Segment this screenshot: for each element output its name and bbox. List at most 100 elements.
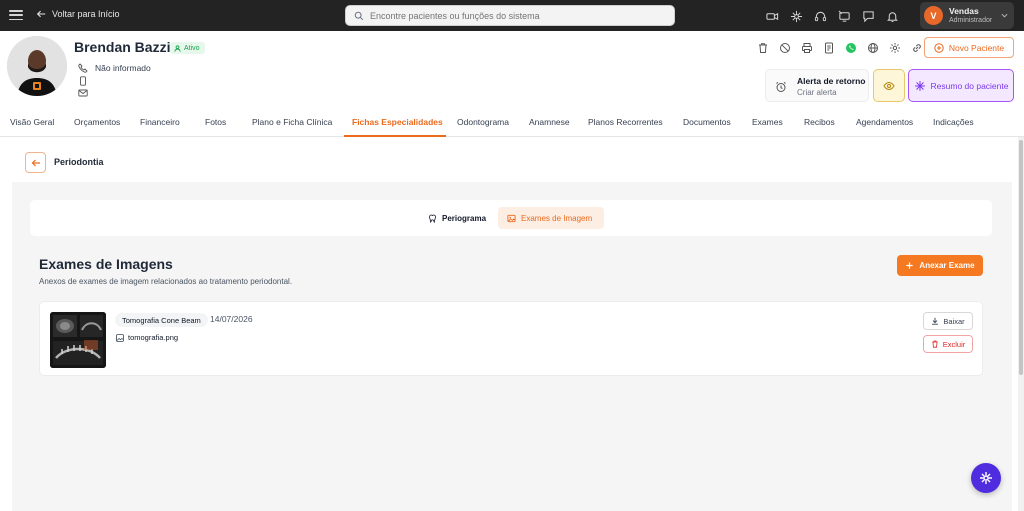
screen-share-icon[interactable] xyxy=(837,9,851,23)
alarm-clock-icon xyxy=(776,81,786,92)
exam-file-name: tomografia.png xyxy=(128,333,179,342)
download-button[interactable]: Baixar xyxy=(923,312,973,330)
search-bar[interactable] xyxy=(345,5,675,26)
patient-photo-image xyxy=(7,36,67,96)
mobile-row xyxy=(78,76,95,86)
trash-icon xyxy=(931,340,938,348)
video-icon[interactable] xyxy=(765,9,779,23)
tab-fotos[interactable]: Fotos xyxy=(205,117,226,127)
download-icon xyxy=(932,317,939,325)
search-input[interactable] xyxy=(370,10,660,21)
user-menu[interactable]: V Vendas Administrador xyxy=(920,2,1014,29)
trash-icon[interactable] xyxy=(756,41,769,54)
email-row xyxy=(78,88,95,98)
patient-summary-button[interactable]: Resumo do paciente xyxy=(908,69,1014,102)
exam-thumbnail[interactable] xyxy=(50,312,106,368)
user-info: Vendas Administrador xyxy=(949,6,992,26)
delete-label: Excluir xyxy=(942,339,966,349)
attach-exam-button[interactable]: Anexar Exame xyxy=(897,255,983,276)
bell-icon[interactable] xyxy=(885,9,899,23)
patient-tabs: Visão Geral Orçamentos Financeiro Fotos … xyxy=(0,108,1024,137)
exam-card: Tomografia Cone Beam 14/07/2026 tomograf… xyxy=(39,301,983,376)
user-avatar: V xyxy=(924,6,943,25)
tab-anamnese[interactable]: Anamnese xyxy=(529,117,570,127)
chat-icon[interactable] xyxy=(861,9,875,23)
subtab-periograma-label: Periograma xyxy=(442,213,487,223)
whatsapp-icon[interactable] xyxy=(844,41,857,54)
tab-documentos[interactable]: Documentos xyxy=(683,117,731,127)
alert-subtitle: Criar alerta xyxy=(797,88,837,97)
tab-odontograma[interactable]: Odontograma xyxy=(457,117,509,127)
tab-planos-recorrentes[interactable]: Planos Recorrentes xyxy=(588,117,663,127)
sparkle-icon xyxy=(914,80,925,91)
ai-assistant-button[interactable] xyxy=(971,463,1001,493)
sparkle-icon xyxy=(980,472,992,484)
download-label: Baixar xyxy=(943,316,965,326)
phone-value: Não informado xyxy=(95,63,151,73)
tab-indicacoes[interactable]: Indicações xyxy=(933,117,974,127)
specialty-subtabs: Periograma Exames de Imagem xyxy=(30,200,992,236)
tooth-icon xyxy=(429,214,436,223)
view-toggle-button[interactable] xyxy=(873,69,905,102)
attach-exam-label: Anexar Exame xyxy=(919,261,975,270)
hamburger-menu-icon[interactable] xyxy=(9,8,23,22)
delete-button[interactable]: Excluir xyxy=(923,335,973,353)
patient-avatar[interactable] xyxy=(7,36,67,96)
alert-title: Alerta de retorno xyxy=(797,76,866,86)
subtab-exames-imagem[interactable]: Exames de Imagem xyxy=(498,207,604,229)
exam-type-badge: Tomografia Cone Beam xyxy=(115,313,208,327)
user-name: Vendas xyxy=(949,5,979,16)
arrow-left-icon xyxy=(31,159,40,166)
tab-financeiro[interactable]: Financeiro xyxy=(140,117,180,127)
exams-description: Anexos de exames de imagem relacionados … xyxy=(39,277,293,286)
back-link-label: Voltar para Início xyxy=(52,9,120,19)
plus-icon xyxy=(906,262,914,269)
status-badge: Ativo xyxy=(170,42,205,54)
exams-title: Exames de Imagens xyxy=(39,256,173,272)
block-icon[interactable] xyxy=(778,41,791,54)
new-patient-label: Novo Paciente xyxy=(948,42,1005,53)
globe-icon[interactable] xyxy=(866,41,879,54)
subtab-exames-label: Exames de Imagem xyxy=(521,213,593,223)
tomography-image xyxy=(50,312,106,368)
top-navigation-bar: Voltar para Início V Vendas Administrado… xyxy=(0,0,1024,31)
search-icon xyxy=(354,11,364,20)
top-icon-group xyxy=(765,9,899,23)
back-to-home-link[interactable]: Voltar para Início xyxy=(36,9,120,19)
link-icon[interactable] xyxy=(910,41,923,54)
tab-agendamentos[interactable]: Agendamentos xyxy=(856,117,913,127)
tab-recibos[interactable]: Recibos xyxy=(804,117,835,127)
arrow-left-icon xyxy=(36,10,46,18)
tab-fichas-especialidades[interactable]: Fichas Especialidades xyxy=(352,117,443,127)
headset-icon[interactable] xyxy=(813,9,827,23)
tab-exames[interactable]: Exames xyxy=(752,117,783,127)
subtab-periograma[interactable]: Periograma xyxy=(419,207,495,229)
summary-label: Resumo do paciente xyxy=(930,80,1009,91)
status-badge-label: Ativo xyxy=(184,44,200,52)
scrollbar-thumb[interactable] xyxy=(1019,140,1023,375)
return-alert-card[interactable]: Alerta de retorno Criar alerta xyxy=(765,69,869,102)
section-back-button[interactable] xyxy=(25,152,46,173)
tab-orcamentos[interactable]: Orçamentos xyxy=(74,117,120,127)
exam-file[interactable]: tomografia.png xyxy=(116,333,178,342)
active-tab-indicator xyxy=(344,135,446,137)
mobile-icon xyxy=(80,76,86,86)
tab-visao-geral[interactable]: Visão Geral xyxy=(10,117,54,127)
eye-icon xyxy=(883,81,895,90)
image-icon xyxy=(507,214,516,222)
patient-name: Brendan Bazzi xyxy=(74,39,171,55)
chevron-down-icon xyxy=(1001,13,1008,18)
image-file-icon xyxy=(116,333,124,342)
plus-circle-icon xyxy=(934,42,944,53)
patient-action-icons xyxy=(756,41,923,54)
phone-row: Não informado xyxy=(78,63,151,73)
settings-icon[interactable] xyxy=(888,41,901,54)
phone-icon xyxy=(78,63,88,73)
sparkle-icon[interactable] xyxy=(789,9,803,23)
print-icon[interactable] xyxy=(800,41,813,54)
exam-date: 14/07/2026 xyxy=(210,314,253,324)
new-patient-button[interactable]: Novo Paciente xyxy=(924,37,1014,58)
user-role: Administrador xyxy=(949,16,993,24)
tab-plano-ficha-clinica[interactable]: Plano e Ficha Clínica xyxy=(252,117,332,127)
document-icon[interactable] xyxy=(822,41,835,54)
